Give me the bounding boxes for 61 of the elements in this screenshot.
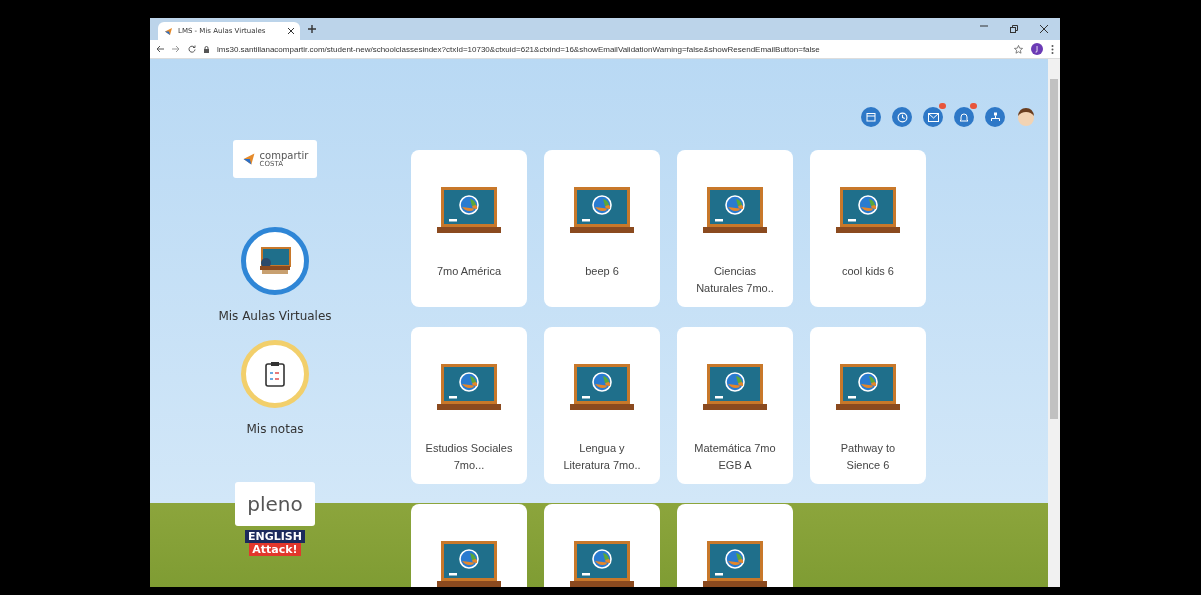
bookmark-star-icon[interactable] [1014, 44, 1023, 54]
logo-mark-icon [241, 152, 256, 166]
english-logo-text[interactable]: ENGLISH [245, 530, 305, 543]
address-bar[interactable]: lms30.santillanacompartir.com/student-new/schoolclassesindex?ctxId=10730&ctxuid=621&ctxind=16&showEmailValidationWarning=false&showResendEmailButton=false [217, 44, 1006, 54]
class-card[interactable]: Lengua y Literatura 7mo.. [544, 327, 660, 484]
class-card[interactable]: cool kids 6 [810, 150, 926, 307]
bell-icon [959, 111, 969, 123]
scrollbar-thumb[interactable] [1050, 79, 1058, 419]
clock-icon [896, 111, 908, 123]
class-card[interactable]: Pathway to Sience 6 [810, 327, 926, 484]
mail-icon [927, 112, 939, 122]
chalkboard-icon [570, 187, 634, 233]
maximize-icon[interactable] [1010, 25, 1018, 33]
chalkboard-icon [437, 187, 501, 233]
pleno-logo[interactable]: pleno [235, 482, 315, 526]
class-card[interactable]: Ciencias Naturales 7mo.. [677, 150, 793, 307]
close-icon[interactable] [1040, 25, 1048, 33]
notification-badge [970, 103, 977, 109]
class-name: Matemática 7mo EGB A [693, 441, 777, 473]
reload-icon[interactable] [188, 45, 196, 53]
calendar-icon [866, 112, 876, 122]
chalkboard-icon [836, 187, 900, 233]
avatar-icon [1016, 107, 1036, 127]
close-tab-icon[interactable] [288, 28, 294, 34]
class-card[interactable]: beep 6 [544, 150, 660, 307]
class-name: beep 6 [585, 264, 619, 279]
chalkboard-icon [703, 364, 767, 410]
nav-item[interactable]: Mis notas [241, 340, 309, 436]
class-name: 7mo América [436, 264, 502, 279]
clipboard-icon [265, 361, 285, 387]
class-name: Ciencias Naturales 7mo.. [695, 264, 775, 296]
logo-text: compartir [259, 150, 309, 161]
chalkboard-icon [437, 364, 501, 410]
toolbar-button[interactable] [985, 107, 1005, 127]
chalkboard-icon [703, 187, 767, 233]
class-card[interactable]: 7mo América [411, 150, 527, 307]
site-logo-icon [164, 26, 173, 36]
chalkboard-icon [836, 364, 900, 410]
chalkboard-icon [570, 541, 634, 587]
toolbar-button[interactable] [892, 107, 912, 127]
toolbar-button[interactable] [861, 107, 881, 127]
notification-badge [939, 103, 946, 109]
class-name: Estudios Sociales 7mo... [425, 441, 513, 473]
new-tab-icon[interactable] [308, 25, 316, 33]
menu-icon[interactable] [1051, 44, 1054, 54]
back-icon[interactable] [156, 45, 164, 53]
class-name: Lengua y Literatura 7mo.. [562, 441, 642, 473]
forward-icon[interactable] [172, 45, 180, 53]
chalkboard-icon [570, 364, 634, 410]
chalkboard-icon [437, 541, 501, 587]
class-name: cool kids 6 [842, 264, 894, 279]
attack-logo-text[interactable]: Attack! [249, 543, 301, 556]
class-name: Pathway to Sience 6 [839, 441, 897, 473]
network-icon [989, 112, 1001, 122]
class-card[interactable]: Estudios Sociales 7mo... [411, 327, 527, 484]
class-card[interactable]: Matemática 7mo EGB A [677, 327, 793, 484]
nav-item[interactable]: Mis Aulas Virtuales [218, 227, 332, 323]
lock-icon [204, 45, 209, 53]
avatar-button[interactable] [1016, 107, 1036, 127]
chalkboard-icon [703, 541, 767, 587]
chalkboard-icon [258, 246, 292, 276]
